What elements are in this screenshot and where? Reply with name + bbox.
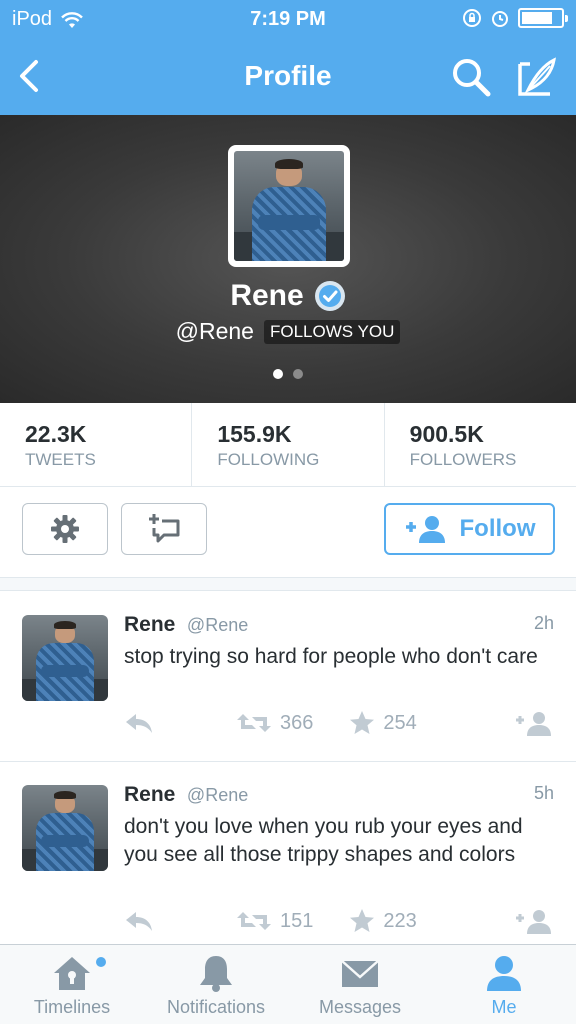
profile-handle: @Rene [175, 318, 254, 344]
tweet[interactable]: Rene @Rene 5h don't you love when you ru… [0, 761, 576, 944]
stats-bar: 22.3K TWEETS 155.9K FOLLOWING 900.5K FOL… [0, 403, 576, 487]
star-icon [350, 711, 375, 734]
retweet-icon [237, 912, 271, 930]
tab-label: Timelines [33, 997, 111, 1017]
stat-label: FOLLOWING [217, 450, 320, 469]
add-to-list-button[interactable] [121, 503, 207, 555]
page-dot-2 [293, 369, 303, 379]
page-indicator[interactable] [0, 369, 576, 379]
retweet-action[interactable]: 151 [236, 910, 313, 933]
retweet-count: 366 [280, 711, 314, 734]
stat-value: 155.9K [217, 421, 292, 447]
page-dot-1 [273, 369, 283, 379]
compose-icon[interactable] [516, 56, 558, 98]
tab-notifications[interactable]: Notifications [144, 945, 288, 1024]
nav-bar: Profile [0, 38, 576, 115]
favorite-action[interactable]: 254 [349, 710, 417, 736]
reply-icon[interactable] [124, 910, 154, 932]
stat-label: FOLLOWERS [409, 450, 517, 469]
tweet-time: 2h [533, 613, 554, 633]
tweet-author-handle: @Rene [186, 615, 249, 635]
follow-label: Follow [459, 515, 536, 542]
tab-timelines[interactable]: Timelines [0, 945, 144, 1024]
tweet-text: stop trying so hard for people who don't… [124, 645, 538, 668]
tweet-actions: 151 223 [124, 905, 554, 937]
top-bar: iPod 7:19 PM Profile [0, 0, 576, 115]
tweet-avatar[interactable] [22, 615, 108, 701]
reply-icon[interactable] [124, 712, 154, 734]
section-separator [0, 577, 576, 591]
stat-followers[interactable]: 900.5K FOLLOWERS [385, 403, 576, 486]
unread-dot [96, 957, 106, 967]
tweet-author-name: Rene [124, 783, 176, 806]
status-icons [462, 8, 568, 28]
tweet-author-handle: @Rene [186, 785, 249, 805]
stat-tweets[interactable]: 22.3K TWEETS [0, 403, 193, 486]
search-icon[interactable] [450, 56, 492, 98]
battery-icon [518, 8, 568, 28]
add-user-icon [405, 516, 445, 543]
follow-button[interactable]: Follow [384, 503, 555, 555]
tweet[interactable]: Rene @Rene 2h stop trying so hard for pe… [0, 591, 576, 761]
favorite-action[interactable]: 223 [349, 908, 417, 934]
stat-following[interactable]: 155.9K FOLLOWING [192, 403, 385, 486]
tweet-author-name: Rene [124, 613, 176, 636]
add-list-icon [149, 514, 180, 543]
home-icon [54, 957, 90, 990]
tweet-actions: 366 254 [124, 707, 554, 739]
tab-bar: Timelines Notifications Messages Me [0, 944, 576, 1024]
battery-level [522, 12, 553, 24]
retweet-action[interactable]: 366 [236, 712, 313, 735]
tweet-time: 5h [533, 783, 554, 803]
follow-user-icon[interactable] [514, 710, 554, 736]
favorite-count: 254 [383, 711, 417, 734]
profile-name: Rene [230, 279, 304, 312]
tweet-text: don't you love when you rub your eyes an… [124, 815, 523, 866]
follows-you-badge: FOLLOWS YOU [263, 319, 401, 344]
person-icon [487, 956, 521, 991]
verified-badge-icon [314, 281, 345, 311]
bell-icon [200, 956, 232, 992]
tweet-avatar[interactable] [22, 785, 108, 871]
alarm-icon [492, 11, 508, 27]
tab-label: Messages [318, 997, 402, 1017]
favorite-count: 223 [383, 909, 417, 932]
tab-me[interactable]: Me [432, 945, 576, 1024]
tweet-header: Rene @Rene 2h [124, 613, 554, 637]
tweet-header: Rene @Rene 5h [124, 783, 554, 807]
gear-icon [51, 515, 79, 543]
envelope-icon [341, 960, 379, 987]
profile-name-row: Rene [0, 279, 576, 313]
status-bar: iPod 7:19 PM [0, 0, 576, 38]
settings-button[interactable] [22, 503, 108, 555]
tab-messages[interactable]: Messages [288, 945, 432, 1024]
profile-avatar[interactable] [228, 145, 350, 267]
tab-label: Me [491, 997, 517, 1017]
retweet-count: 151 [280, 909, 314, 932]
retweet-icon [237, 714, 271, 732]
profile-header: Rene @Rene FOLLOWS YOU [0, 115, 576, 403]
rotation-lock-icon [463, 9, 481, 27]
tab-label: Notifications [166, 997, 266, 1017]
star-icon [350, 909, 375, 932]
stat-value: 900.5K [409, 421, 484, 447]
follow-user-icon[interactable] [514, 908, 554, 934]
profile-actions: Follow [0, 487, 576, 577]
stat-label: TWEETS [25, 450, 96, 469]
profile-handle-row: @Rene FOLLOWS YOU [0, 318, 576, 345]
avatar-photo [234, 151, 344, 261]
stat-value: 22.3K [25, 421, 87, 447]
